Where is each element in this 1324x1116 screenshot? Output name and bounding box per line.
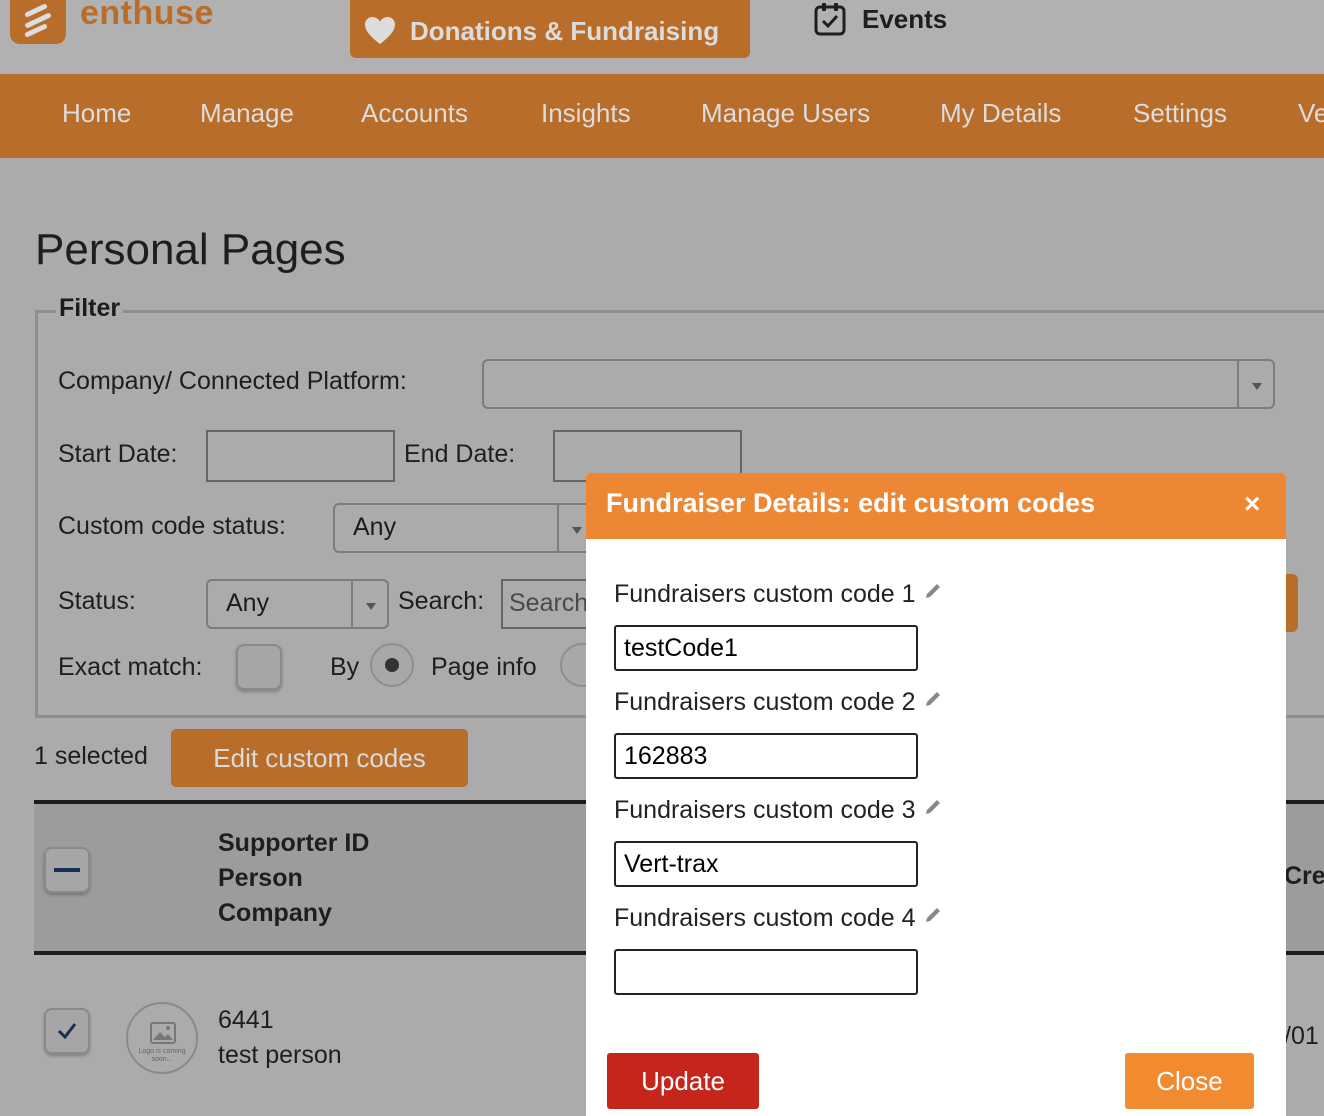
pencil-icon[interactable] bbox=[922, 688, 944, 710]
image-placeholder-icon bbox=[150, 1022, 176, 1044]
minus-icon bbox=[54, 868, 80, 872]
table-row[interactable]: 6441 test person bbox=[218, 1003, 342, 1073]
end-date-label: End Date: bbox=[404, 440, 516, 468]
by-radio[interactable] bbox=[370, 643, 414, 687]
column-header-created[interactable]: Cre bbox=[1284, 862, 1324, 891]
header-person: Person bbox=[218, 864, 303, 892]
logo-text[interactable]: enthuse bbox=[80, 0, 214, 33]
person-name: test person bbox=[218, 1041, 342, 1069]
heart-icon bbox=[365, 17, 395, 44]
nav-item-truncated[interactable]: Ve bbox=[1298, 98, 1324, 129]
calendar-check-icon bbox=[814, 3, 846, 36]
exact-match-label: Exact match: bbox=[58, 653, 203, 681]
custom-code-2-label: Fundraisers custom code 2 bbox=[614, 688, 944, 717]
custom-code-status-select[interactable]: Any bbox=[333, 503, 595, 553]
nav-item-insights[interactable]: Insights bbox=[541, 98, 631, 129]
pencil-icon[interactable] bbox=[922, 796, 944, 818]
nav-item-manage[interactable]: Manage bbox=[200, 98, 294, 129]
update-button[interactable]: Update bbox=[607, 1053, 759, 1109]
custom-code-1-label-text: Fundraisers custom code 1 bbox=[614, 580, 916, 608]
radio-dot bbox=[385, 658, 399, 672]
exact-match-checkbox[interactable] bbox=[236, 644, 282, 690]
company-label: Company/ Connected Platform: bbox=[58, 367, 407, 395]
custom-code-4-label-text: Fundraisers custom code 4 bbox=[614, 904, 916, 932]
custom-code-4-label: Fundraisers custom code 4 bbox=[614, 904, 944, 933]
search-placeholder: Search bbox=[509, 589, 589, 617]
status-select[interactable]: Any bbox=[206, 579, 389, 629]
custom-code-status-value: Any bbox=[353, 513, 397, 541]
custom-code-4-input[interactable] bbox=[614, 949, 918, 995]
custom-code-status-label: Custom code status: bbox=[58, 512, 286, 540]
row-checkbox[interactable] bbox=[44, 1008, 90, 1054]
start-date-label: Start Date: bbox=[58, 440, 178, 468]
custom-code-3-label-text: Fundraisers custom code 3 bbox=[614, 796, 916, 824]
nav-item-accounts[interactable]: Accounts bbox=[361, 98, 468, 129]
tab-events-label: Events bbox=[862, 3, 948, 34]
chevron-down-icon bbox=[351, 581, 387, 627]
enthuse-logo-icon[interactable] bbox=[10, 0, 66, 44]
header-supporter-id: Supporter ID bbox=[218, 829, 370, 857]
page-info-label: Page info bbox=[431, 653, 537, 681]
search-label: Search: bbox=[398, 587, 485, 615]
checkmark-icon bbox=[57, 1023, 77, 1040]
tab-events[interactable]: Events bbox=[814, 0, 947, 38]
header-company: Company bbox=[218, 899, 332, 927]
pencil-icon[interactable] bbox=[922, 580, 944, 602]
tab-donations-label: Donations & Fundraising bbox=[410, 15, 720, 46]
modal-title: Fundraiser Details: edit custom codes bbox=[606, 488, 1096, 518]
chevron-down-icon bbox=[1237, 361, 1273, 407]
nav-item-my-details[interactable]: My Details bbox=[940, 98, 1061, 129]
pencil-icon[interactable] bbox=[922, 904, 944, 926]
select-all-checkbox[interactable] bbox=[44, 847, 90, 893]
filter-legend: Filter bbox=[56, 294, 124, 323]
close-icon[interactable]: × bbox=[1244, 488, 1260, 520]
company-select[interactable] bbox=[482, 359, 1275, 409]
selected-count: 1 selected bbox=[34, 742, 148, 770]
custom-code-1-input[interactable] bbox=[614, 625, 918, 671]
status-label: Status: bbox=[58, 587, 136, 615]
logo-placeholder-text: Logo is coming soon... bbox=[138, 1048, 186, 1063]
tab-donations-fundraising[interactable]: Donations & Fundraising bbox=[350, 0, 750, 58]
custom-code-2-label-text: Fundraisers custom code 2 bbox=[614, 688, 916, 716]
custom-code-1-label: Fundraisers custom code 1 bbox=[614, 580, 944, 609]
nav-item-home[interactable]: Home bbox=[62, 98, 131, 129]
custom-code-3-input[interactable] bbox=[614, 841, 918, 887]
row-date-fragment: /01 bbox=[1284, 1022, 1319, 1050]
column-header-supporter[interactable]: Supporter ID Person Company bbox=[218, 826, 369, 931]
nav-item-settings[interactable]: Settings bbox=[1133, 98, 1227, 129]
status-select-value: Any bbox=[226, 589, 270, 617]
custom-code-2-input[interactable] bbox=[614, 733, 918, 779]
nav-item-manage-users[interactable]: Manage Users bbox=[701, 98, 870, 129]
close-button[interactable]: Close bbox=[1125, 1053, 1254, 1109]
main-nav bbox=[0, 74, 1324, 158]
avatar: Logo is coming soon... bbox=[126, 1002, 198, 1074]
supporter-id: 6441 bbox=[218, 1006, 274, 1034]
custom-code-3-label: Fundraisers custom code 3 bbox=[614, 796, 944, 825]
edit-custom-codes-button[interactable]: Edit custom codes bbox=[171, 729, 468, 787]
page-title: Personal Pages bbox=[35, 225, 346, 274]
edit-custom-codes-modal bbox=[586, 473, 1286, 1116]
by-label: By bbox=[330, 653, 360, 681]
start-date-input[interactable] bbox=[206, 430, 395, 482]
